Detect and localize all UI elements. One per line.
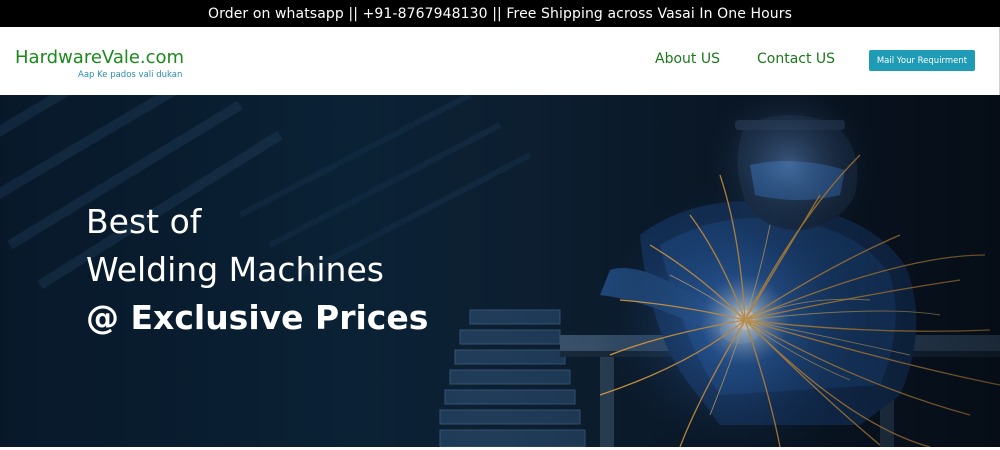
nav-about-us[interactable]: About US — [655, 51, 720, 67]
announcement-text: Order on whatsapp || +91-8767948130 || F… — [207, 5, 792, 22]
hero-headline: Best of Welding Machines @ Exclusive Pri… — [86, 198, 428, 342]
brand-logo[interactable]: HardwareVale.com Aap Ke pados vali dukan — [15, 47, 185, 80]
hero-line-1: Best of — [86, 202, 202, 241]
announcement-bar: Order on whatsapp || +91-8767948130 || F… — [0, 0, 1000, 27]
brand-name: HardwareVale.com — [15, 47, 185, 68]
hero-line-2: Welding Machines — [86, 250, 384, 289]
mail-requirement-button[interactable]: Mail Your Requirment — [869, 50, 975, 71]
brand-tagline: Aap Ke pados vali dukan — [78, 70, 183, 80]
site-header: HardwareVale.com Aap Ke pados vali dukan… — [0, 27, 1000, 95]
hero-banner[interactable]: Best of Welding Machines @ Exclusive Pri… — [0, 95, 1000, 447]
hero-line-3: @ Exclusive Prices — [86, 298, 429, 337]
nav-contact-us[interactable]: Contact US — [757, 51, 835, 67]
